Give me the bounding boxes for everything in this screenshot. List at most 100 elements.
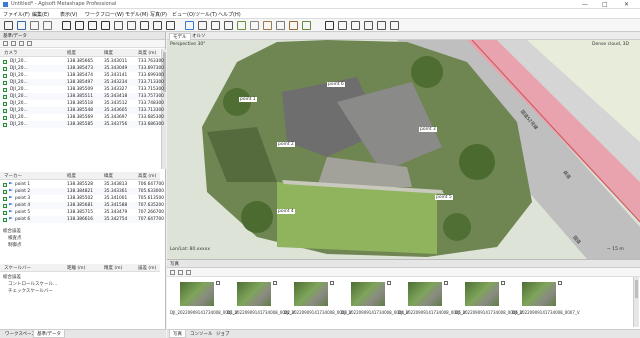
camera-enabled-checkbox[interactable] bbox=[3, 122, 7, 127]
undo-icon[interactable] bbox=[30, 21, 39, 30]
camera-row[interactable]: DJI_20... 138.385518 35.343512 733.748300 bbox=[0, 100, 164, 107]
redo-icon[interactable] bbox=[43, 21, 52, 30]
convert-icon[interactable] bbox=[19, 41, 24, 46]
marker-point-6[interactable]: point 6 bbox=[327, 82, 345, 87]
camera-row[interactable]: DJI_20... 138.385474 35.343141 733.699300 bbox=[0, 72, 164, 79]
resize-icon[interactable] bbox=[224, 21, 233, 30]
col-alt[interactable]: 高度 (m) bbox=[138, 50, 156, 56]
camera-enabled-checkbox[interactable] bbox=[3, 108, 7, 113]
check-scalebar-row[interactable]: チェックスケールバー bbox=[8, 288, 53, 294]
photo-thumbnail[interactable] bbox=[465, 282, 499, 306]
camera-enabled-checkbox[interactable] bbox=[3, 101, 7, 106]
photo-checkbox[interactable] bbox=[558, 281, 562, 285]
move-icon[interactable] bbox=[114, 21, 123, 30]
marker-enabled-checkbox[interactable] bbox=[3, 210, 7, 215]
camera-enabled-checkbox[interactable] bbox=[3, 94, 7, 99]
close-button[interactable]: ✕ bbox=[624, 1, 629, 8]
tab-photos[interactable]: 写真 bbox=[169, 330, 186, 338]
col-marker[interactable]: マーカー bbox=[4, 173, 22, 179]
photos-scroll-thumb[interactable] bbox=[635, 280, 638, 298]
ortho-icon[interactable] bbox=[302, 21, 311, 30]
col-distance[interactable]: 距離 (m) bbox=[67, 265, 85, 271]
minimize-button[interactable]: — bbox=[582, 1, 588, 8]
rotate-icon[interactable] bbox=[127, 21, 136, 30]
photo-checkbox[interactable] bbox=[444, 281, 448, 285]
camera-row[interactable]: DJI_20... 138.385665 35.343011 733.763300 bbox=[0, 58, 164, 65]
menu-edit[interactable]: 編集(E) bbox=[32, 11, 49, 18]
photo-thumbnail[interactable] bbox=[522, 282, 556, 306]
circle-select-icon[interactable] bbox=[88, 21, 97, 30]
tab-reference[interactable]: 基準/データ bbox=[33, 330, 66, 338]
marker-row[interactable]: point 1 138.385528 35.343813 706.647700 bbox=[0, 181, 164, 188]
photo-checkbox[interactable] bbox=[273, 281, 277, 285]
save-icon[interactable] bbox=[17, 21, 26, 30]
col-error[interactable]: 誤差 (m) bbox=[138, 265, 156, 271]
camera-row[interactable]: DJI_20... 138.385548 35.343605 733.713300 bbox=[0, 107, 164, 114]
photo-checkbox[interactable] bbox=[216, 281, 220, 285]
camera-row[interactable]: DJI_20... 138.385509 35.343327 733.715300 bbox=[0, 86, 164, 93]
photo-thumbnail[interactable] bbox=[351, 282, 385, 306]
menu-ortho[interactable]: ビュー(O) bbox=[172, 11, 195, 18]
camera-row[interactable]: DJI_20... 138.385473 35.343049 733.697300 bbox=[0, 65, 164, 72]
marker-point-1[interactable]: point 1 bbox=[239, 97, 257, 102]
marker-enabled-checkbox[interactable] bbox=[3, 182, 7, 187]
camera-enabled-checkbox[interactable] bbox=[3, 59, 7, 64]
zoom-in-icon[interactable] bbox=[364, 21, 373, 30]
polyline-icon[interactable] bbox=[153, 21, 162, 30]
camera-enabled-checkbox[interactable] bbox=[3, 73, 7, 78]
col-camera[interactable]: カメラ bbox=[4, 50, 18, 56]
col-scalebar[interactable]: スケールバー bbox=[4, 265, 31, 271]
menu-view[interactable]: 表示(V) bbox=[60, 11, 77, 18]
col-marker-lon[interactable]: 経度 bbox=[67, 173, 76, 179]
camera-enabled-checkbox[interactable] bbox=[3, 80, 7, 85]
ruler-icon[interactable] bbox=[140, 21, 149, 30]
model-viewport[interactable]: Perspective 30° Dense cloud, 3D Lon/Lat:… bbox=[167, 32, 640, 259]
marker-row[interactable]: point 4 138.385681 35.341588 707.635200 bbox=[0, 202, 164, 209]
marker-row[interactable]: point 5 138.385715 35.343479 707.266700 bbox=[0, 209, 164, 216]
update-icon[interactable] bbox=[27, 41, 32, 46]
camera-row[interactable]: DJI_20... 138.385569 35.343697 733.685300 bbox=[0, 114, 164, 121]
zoom-out-icon[interactable] bbox=[377, 21, 386, 30]
menu-help[interactable]: ヘルプ(H) bbox=[218, 11, 241, 18]
export-icon[interactable] bbox=[11, 41, 16, 46]
marker-icon[interactable] bbox=[185, 21, 194, 30]
view-mode-icon[interactable] bbox=[186, 270, 191, 275]
marker-row[interactable]: point 2 138.384821 35.343361 705.633000 bbox=[0, 188, 164, 195]
tiled-icon[interactable] bbox=[276, 21, 285, 30]
remove-photo-icon[interactable] bbox=[170, 270, 175, 275]
marker-point-4[interactable]: point 4 bbox=[277, 209, 295, 214]
menu-tools[interactable]: ツール(T) bbox=[195, 11, 217, 18]
marker-row[interactable]: point 6 138.386616 35.342754 707.647700 bbox=[0, 216, 164, 223]
marker-enabled-checkbox[interactable] bbox=[3, 203, 7, 208]
open-icon[interactable] bbox=[4, 21, 13, 30]
tab-ortho[interactable]: オルソ bbox=[189, 33, 209, 40]
marker-enabled-checkbox[interactable] bbox=[3, 189, 7, 194]
col-lat[interactable]: 緯度 bbox=[104, 50, 113, 56]
photo-checkbox[interactable] bbox=[387, 281, 391, 285]
camera-row[interactable]: DJI_20... 138.385585 35.343756 733.686300 bbox=[0, 121, 164, 128]
fullscreen-icon[interactable] bbox=[390, 21, 399, 30]
camera-enabled-checkbox[interactable] bbox=[3, 66, 7, 71]
photo-checkbox[interactable] bbox=[501, 281, 505, 285]
marker-point-2[interactable]: point 2 bbox=[277, 142, 295, 147]
grid-icon[interactable] bbox=[338, 21, 347, 30]
control-points-row[interactable]: 制御点 bbox=[8, 242, 22, 248]
col-marker-lat[interactable]: 緯度 bbox=[104, 173, 113, 179]
point-cloud-icon[interactable] bbox=[237, 21, 246, 30]
texture-icon[interactable] bbox=[263, 21, 272, 30]
free-select-icon[interactable] bbox=[101, 21, 110, 30]
photo-thumbnail[interactable] bbox=[180, 282, 214, 306]
maximize-button[interactable]: □ bbox=[602, 1, 608, 8]
settings-icon[interactable] bbox=[351, 21, 360, 30]
col-lon[interactable]: 経度 bbox=[67, 50, 76, 56]
tab-model[interactable]: モデル bbox=[169, 33, 191, 40]
tab-console[interactable]: コンソール bbox=[187, 330, 216, 338]
import-icon[interactable] bbox=[3, 41, 8, 46]
camera-row[interactable]: DJI_20... 138.385497 35.343234 733.713300 bbox=[0, 79, 164, 86]
marker-point-3[interactable]: point 3 bbox=[419, 127, 437, 132]
mesh-icon[interactable] bbox=[250, 21, 259, 30]
menu-photo[interactable]: 写真(P) bbox=[150, 11, 167, 18]
photo-thumbnail[interactable] bbox=[408, 282, 442, 306]
col-marker-alt[interactable]: 高度 (m) bbox=[138, 173, 156, 179]
photo-thumbnail[interactable] bbox=[294, 282, 328, 306]
